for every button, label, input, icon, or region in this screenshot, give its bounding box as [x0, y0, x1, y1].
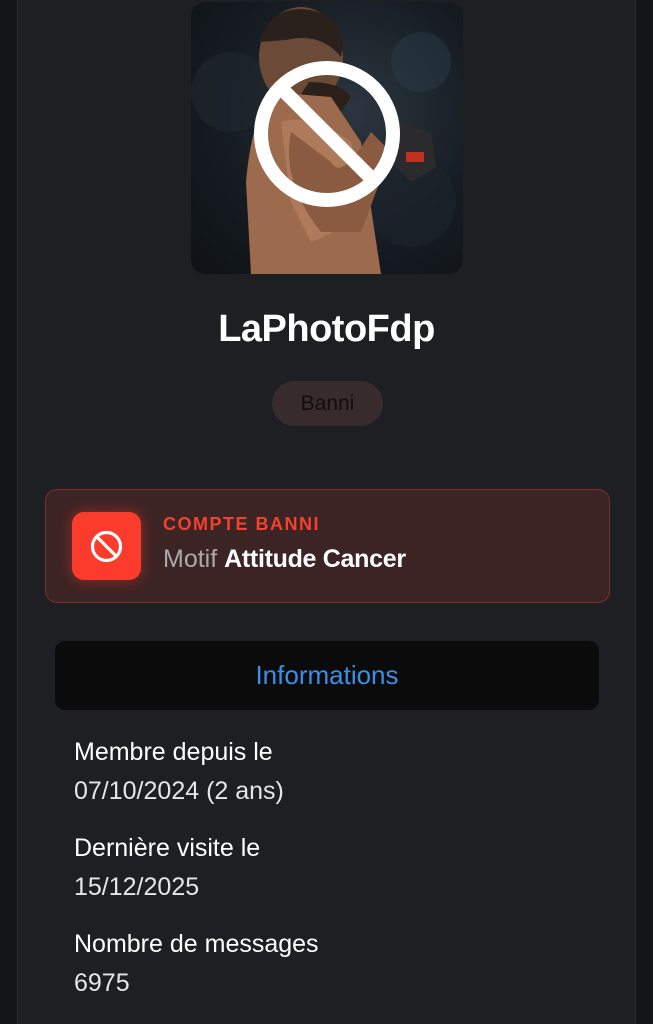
profile-panel: LaPhotoFdp Banni COMPTE BANNI Motif Atti… [17, 0, 636, 1024]
ban-icon-container [72, 512, 141, 580]
info-label: Dernière visite le [74, 834, 261, 862]
username: LaPhotoFdp [218, 308, 435, 350]
ban-reason-value: Attitude Cancer [224, 545, 406, 573]
info-list: Membre depuis le 07/10/2024 (2 ans) Dern… [74, 733, 594, 1021]
status-badge: Banni [272, 381, 383, 426]
info-item-last-visit: Dernière visite le 15/12/2025 [74, 829, 594, 907]
ban-notice-card: COMPTE BANNI Motif Attitude Cancer [45, 489, 610, 603]
ban-reason: Motif Attitude Cancer [163, 545, 406, 574]
avatar-photo [191, 7, 456, 274]
info-value: 15/12/2025 [74, 873, 200, 901]
info-label: Membre depuis le [74, 738, 273, 766]
ban-icon [90, 530, 123, 563]
ban-reason-label: Motif [163, 545, 218, 573]
info-value: 6975 [74, 969, 130, 997]
info-item-member-since: Membre depuis le 07/10/2024 (2 ans) [74, 733, 594, 811]
tab-informations[interactable]: Informations [55, 641, 599, 710]
info-value: 07/10/2024 (2 ans) [74, 777, 284, 805]
ban-title: COMPTE BANNI [163, 514, 320, 534]
info-label: Nombre de messages [74, 930, 319, 958]
avatar[interactable] [191, 2, 463, 274]
info-item-message-count: Nombre de messages 6975 [74, 925, 594, 1003]
